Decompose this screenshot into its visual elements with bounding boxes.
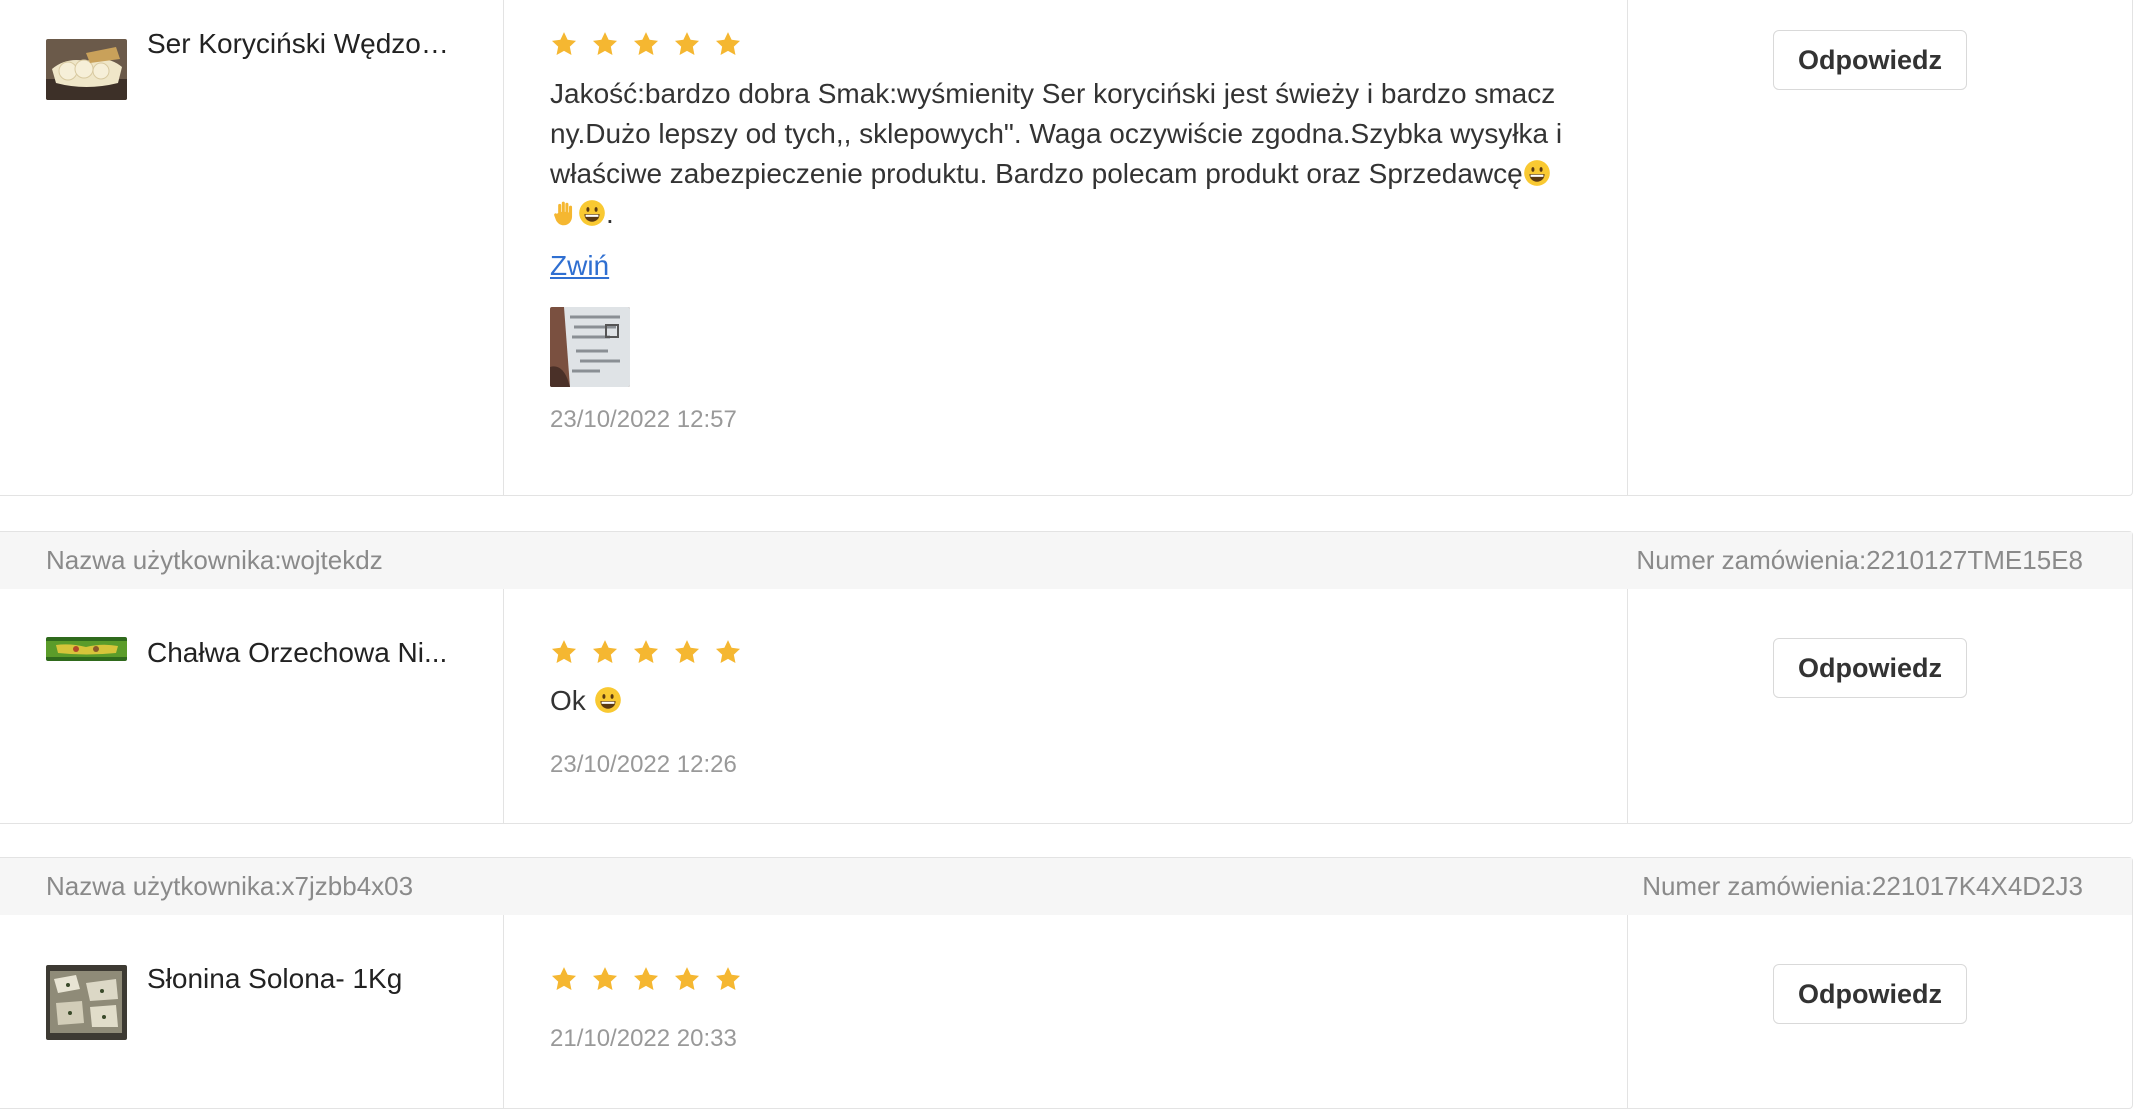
star-rating: [550, 30, 742, 58]
product-thumbnail[interactable]: [46, 965, 127, 1040]
reply-button[interactable]: Odpowiedz: [1773, 30, 1967, 90]
review-card: Nazwa użytkownika:x7jzbb4x03 Numer zamów…: [0, 857, 2133, 1109]
reply-button[interactable]: Odpowiedz: [1773, 638, 1967, 698]
review-card-header: Nazwa użytkownika:wojtekdz Numer zamówie…: [0, 532, 2132, 589]
review-card-body: Słonina Solona- 1Kg 21/10/2022 20:33 Odp…: [0, 915, 2132, 1108]
review-text-line: Jakość:bardzo dobra Smak:wyśmienity Ser …: [550, 78, 1556, 109]
order-number-label: Numer zamówienia:2210127TME15E8: [1636, 545, 2083, 575]
username-label: Nazwa użytkownika:x7jzbb4x03: [46, 871, 414, 901]
review-date: 23/10/2022 12:26: [550, 751, 737, 778]
product-name[interactable]: Ser Koryciński Wędzon...: [147, 28, 457, 60]
review-text-content: Ok: [550, 685, 586, 716]
review-card: Nazwa użytkownika:wojtekdz Numer zamówie…: [0, 531, 2133, 824]
star-icon: [591, 965, 619, 993]
star-rating: [550, 965, 742, 993]
beaming-face-icon: [594, 686, 622, 714]
star-icon: [591, 638, 619, 666]
star-icon: [632, 638, 660, 666]
review-card: Ser Koryciński Wędzon... Jakość:bardzo d…: [0, 0, 2133, 496]
product-thumbnail[interactable]: [46, 637, 127, 661]
star-icon: [550, 30, 578, 58]
star-icon: [714, 965, 742, 993]
review-photo[interactable]: [550, 307, 630, 387]
column-divider: [1627, 915, 1628, 1108]
review-text: Ok: [550, 681, 1570, 721]
star-icon: [550, 965, 578, 993]
review-text: Jakość:bardzo dobra Smak:wyśmienity Ser …: [550, 74, 1570, 234]
star-icon: [632, 30, 660, 58]
review-text-line: .: [550, 194, 1570, 234]
star-icon: [673, 965, 701, 993]
column-divider: [503, 915, 504, 1108]
star-icon: [550, 638, 578, 666]
review-card-header: Nazwa użytkownika:x7jzbb4x03 Numer zamów…: [0, 858, 2132, 915]
column-divider: [503, 589, 504, 823]
review-date: 21/10/2022 20:33: [550, 1025, 737, 1052]
grinning-face-icon: [578, 199, 606, 227]
review-card-body: Chałwa Orzechowa Ni... Ok 23/10/2022 12:…: [0, 589, 2132, 823]
collapse-link[interactable]: Zwiń: [550, 250, 609, 282]
username-label: Nazwa użytkownika:wojtekdz: [46, 545, 383, 575]
star-icon: [673, 638, 701, 666]
grinning-face-icon: [1523, 159, 1551, 187]
star-rating: [550, 638, 742, 666]
review-text-line: ny.Dużo lepszy od tych,, sklepowych". Wa…: [550, 118, 1563, 149]
review-text-line: właściwe zabezpieczenie produktu. Bardzo…: [550, 154, 1570, 194]
order-number-label: Numer zamówienia:221017K4X4D2J3: [1642, 871, 2083, 901]
column-divider: [1627, 589, 1628, 823]
star-icon: [714, 638, 742, 666]
review-date: 23/10/2022 12:57: [550, 406, 737, 433]
star-icon: [673, 30, 701, 58]
column-divider: [1627, 0, 1628, 495]
product-name[interactable]: Chałwa Orzechowa Ni...: [147, 637, 457, 669]
star-icon: [591, 30, 619, 58]
star-icon: [714, 30, 742, 58]
product-name[interactable]: Słonina Solona- 1Kg: [147, 963, 457, 995]
raised-hand-icon: [550, 199, 578, 227]
product-thumbnail[interactable]: [46, 39, 127, 100]
star-icon: [632, 965, 660, 993]
column-divider: [503, 0, 504, 495]
reply-button[interactable]: Odpowiedz: [1773, 964, 1967, 1024]
